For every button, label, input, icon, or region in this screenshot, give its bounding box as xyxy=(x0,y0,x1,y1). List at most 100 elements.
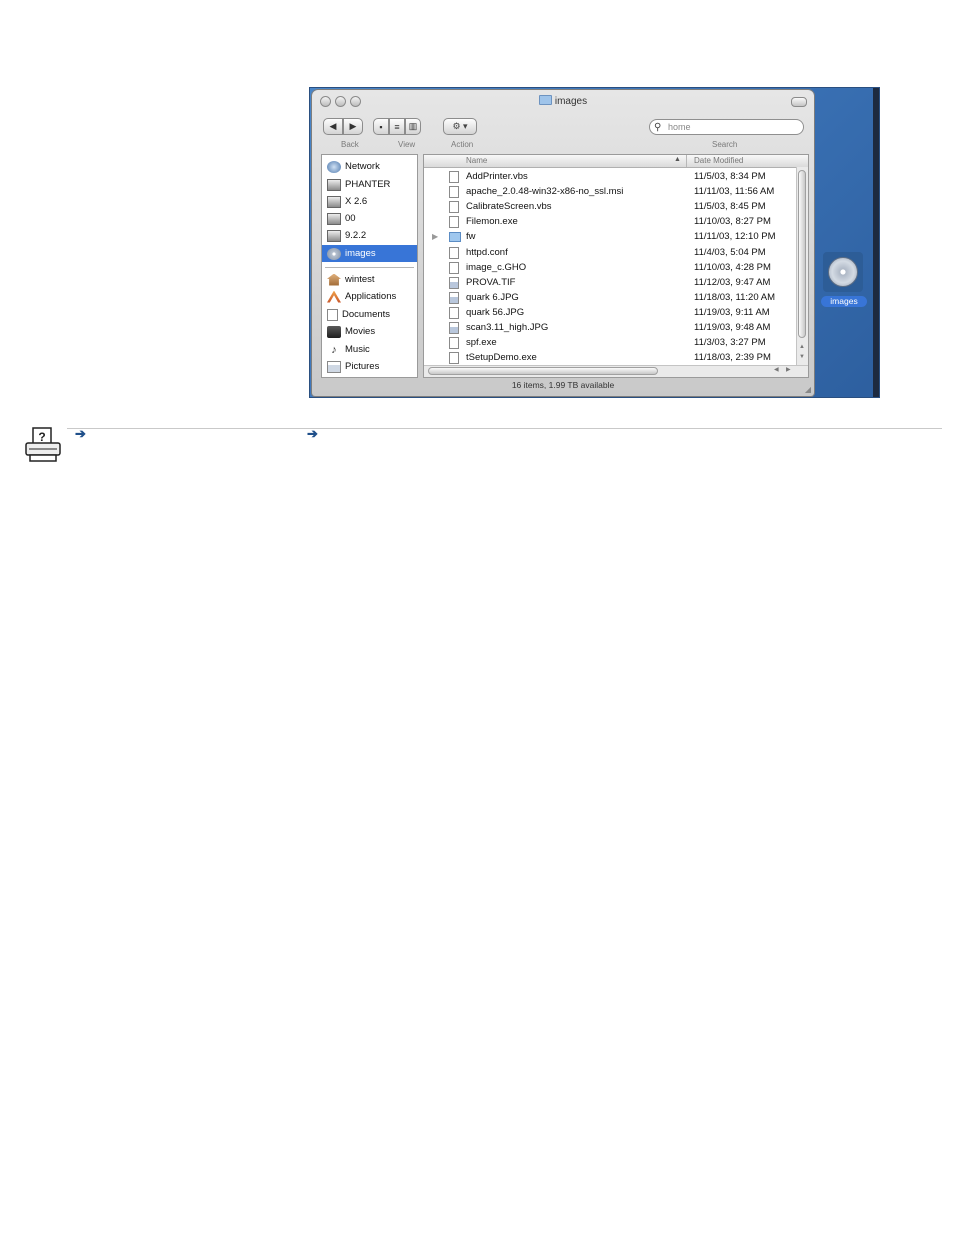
home-icon xyxy=(327,273,341,286)
document-icon xyxy=(449,261,459,274)
status-bar: 16 items, 1.99 TB available xyxy=(511,380,615,390)
column-separator xyxy=(686,155,687,167)
file-row[interactable]: AddPrinter.vbs 11/5/03, 8:34 PM xyxy=(424,170,796,185)
sidebar-item-pictures[interactable]: Pictures xyxy=(322,358,417,375)
sidebar-item-label: Pictures xyxy=(345,361,380,372)
sidebar-item-label: Network xyxy=(345,161,380,172)
list-view-icon: ≡ xyxy=(394,121,400,132)
action-menu-button[interactable]: ⚙ ▾ xyxy=(443,118,477,135)
vertical-scrollbar[interactable]: ▲ ▼ xyxy=(796,167,808,365)
sidebar-item-movies[interactable]: Movies xyxy=(322,323,417,340)
column-header-name[interactable]: Name xyxy=(466,156,487,165)
search-field[interactable]: ⚲ home xyxy=(649,119,804,135)
sidebar: Network PHANTER X 2.6 00 9.2.2 images wi… xyxy=(321,154,418,378)
applications-icon xyxy=(327,290,341,303)
sidebar-divider xyxy=(325,267,414,268)
column-view-icon: ▥ xyxy=(408,121,418,131)
movies-icon xyxy=(327,325,341,338)
column-view-button[interactable]: ▥ xyxy=(405,118,421,135)
window-title-text: images xyxy=(554,96,588,107)
nav-arrow-icon[interactable]: ➔ xyxy=(307,427,319,440)
file-row[interactable]: apache_2.0.48-win32-x86-no_ssl.msi 11/11/… xyxy=(424,185,796,200)
gear-icon: ⚙ ▾ xyxy=(452,121,468,131)
back-button[interactable]: ◀ xyxy=(323,118,343,135)
file-name: quark 6.JPG xyxy=(466,291,519,303)
file-name: AddPrinter.vbs xyxy=(466,171,528,182)
sidebar-item-922[interactable]: 9.2.2 xyxy=(322,227,417,244)
music-icon: ♪ xyxy=(331,343,337,356)
file-row[interactable]: quark 6.JPG 11/18/03, 11:20 AM xyxy=(424,291,796,306)
nav-arrow-icon[interactable]: ➔ xyxy=(75,427,87,440)
toolbar-toggle-button[interactable] xyxy=(791,97,807,107)
sidebar-item-label: Documents xyxy=(342,309,391,320)
document-icon xyxy=(449,216,459,229)
search-icon: ⚲ xyxy=(654,122,662,133)
sidebar-item-network[interactable]: Network xyxy=(322,158,417,175)
sidebar-item-documents[interactable]: Documents xyxy=(322,306,417,323)
forward-button[interactable]: ▶ xyxy=(343,118,363,135)
sidebar-item-phanter[interactable]: PHANTER xyxy=(322,176,417,193)
sidebar-item-images[interactable]: images xyxy=(322,245,417,262)
file-row[interactable]: PROVA.TIF 11/12/03, 9:47 AM xyxy=(424,276,796,291)
disk-image-icon xyxy=(828,257,858,287)
file-list: Name ▲ Date Modified AddPrinter.vbs 11/5/… xyxy=(423,154,809,378)
file-row[interactable]: CalibrateScreen.vbs 11/5/03, 8:45 PM xyxy=(424,200,796,215)
file-date-modified: 11/5/03, 8:34 PM xyxy=(694,171,766,182)
desktop-volume-label[interactable]: images xyxy=(821,296,867,307)
file-date-modified: 11/3/03, 3:27 PM xyxy=(694,337,766,349)
scroll-up-arrow-icon[interactable]: ▲ xyxy=(799,344,805,350)
sidebar-item-label: Movies xyxy=(345,326,376,337)
sidebar-item-x26[interactable]: X 2.6 xyxy=(322,193,417,210)
column-header-date[interactable]: Date Modified xyxy=(694,156,743,165)
sidebar-item-applications[interactable]: Applications xyxy=(322,288,417,305)
resize-grip-icon[interactable]: ◢ xyxy=(805,385,811,394)
file-name: quark 56.JPG xyxy=(466,306,525,318)
document-icon xyxy=(449,306,459,319)
file-row[interactable]: httpd.conf 11/4/03, 5:04 PM xyxy=(424,246,796,261)
image-file-icon xyxy=(449,276,459,289)
sidebar-item-wintest[interactable]: wintest xyxy=(322,271,417,288)
file-row[interactable]: image_c.GHO 11/10/03, 4:28 PM xyxy=(424,261,796,276)
file-row[interactable]: quark 56.JPG 11/19/03, 9:11 AM xyxy=(424,306,796,321)
finder-screenshot: images ◀ ▶ ▪ ≡ ▥ ⚙ ▾ ⚲ home Back View Ac… xyxy=(309,87,880,398)
file-date-modified: 11/5/03, 8:45 PM xyxy=(694,201,766,213)
pictures-icon xyxy=(327,360,341,373)
icon-view-button[interactable]: ▪ xyxy=(373,118,389,135)
desktop-volume-icon[interactable] xyxy=(823,252,863,292)
disclosure-triangle-icon[interactable]: ▶ xyxy=(432,232,438,241)
title-bar[interactable]: images xyxy=(312,90,814,112)
sidebar-item-label: Applications xyxy=(345,291,397,302)
file-date-modified: 11/11/03, 12:10 PM xyxy=(694,231,776,243)
file-row[interactable]: Filemon.exe 11/10/03, 8:27 PM xyxy=(424,215,796,230)
scroll-down-arrow-icon[interactable]: ▼ xyxy=(799,354,805,360)
sidebar-item-label: wintest xyxy=(345,274,375,285)
search-label: Search xyxy=(712,140,738,149)
vertical-scroll-thumb[interactable] xyxy=(798,170,806,338)
sidebar-item-label: X 2.6 xyxy=(345,196,368,207)
file-name: tSetupDemo.exe xyxy=(466,352,537,364)
file-name: image_c.GHO xyxy=(466,261,527,273)
file-row[interactable]: spf.exe 11/3/03, 3:27 PM xyxy=(424,336,796,351)
scroll-left-arrow-icon[interactable]: ◀ xyxy=(774,366,779,373)
help-printer-icon[interactable]: ? xyxy=(24,426,62,464)
document-icon xyxy=(449,246,459,259)
file-name: fw xyxy=(466,231,476,243)
toolbar: ◀ ▶ ▪ ≡ ▥ ⚙ ▾ ⚲ home Back View Action Se… xyxy=(312,112,814,150)
sidebar-item-label: PHANTER xyxy=(345,179,391,190)
horizontal-scroll-thumb[interactable] xyxy=(428,367,658,375)
sidebar-item-00[interactable]: 00 xyxy=(322,210,417,227)
network-globe-icon xyxy=(327,160,341,173)
document-icon xyxy=(449,171,459,183)
documents-icon xyxy=(327,308,338,321)
list-view-button[interactable]: ≡ xyxy=(389,118,405,135)
document-icon xyxy=(449,186,459,199)
file-date-modified: 11/18/03, 2:39 PM xyxy=(694,352,771,364)
file-row[interactable]: tSetupDemo.exe 11/18/03, 2:39 PM xyxy=(424,351,796,366)
file-row[interactable]: ▶ fw 11/11/03, 12:10 PM xyxy=(424,230,796,245)
scroll-right-arrow-icon[interactable]: ▶ xyxy=(786,366,791,373)
footer-divider xyxy=(67,428,942,429)
file-row[interactable]: scan3.11_high.JPG 11/19/03, 9:48 AM xyxy=(424,321,796,336)
sidebar-item-music[interactable]: ♪ Music xyxy=(322,341,417,358)
back-forward-control: ◀ ▶ xyxy=(323,118,363,135)
horizontal-scrollbar[interactable]: ◀ ▶ xyxy=(424,365,808,377)
